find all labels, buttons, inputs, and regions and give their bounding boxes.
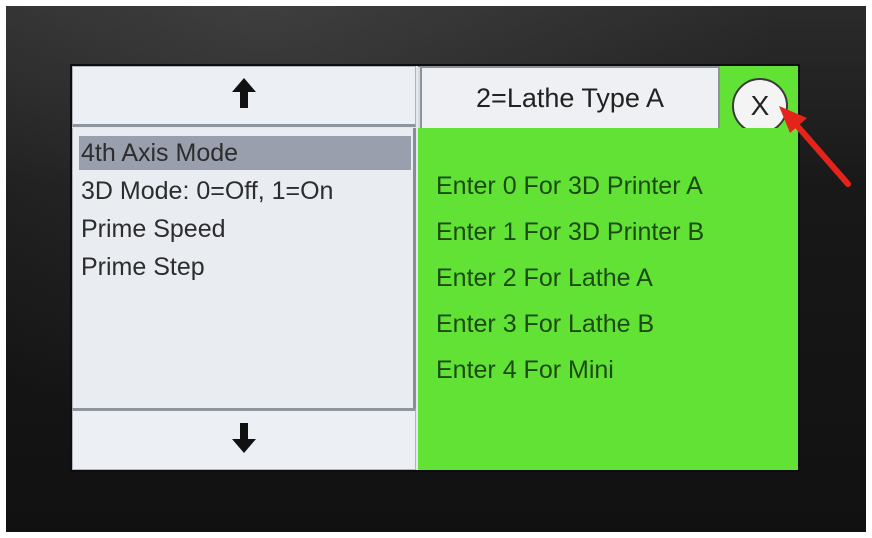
red-pointer-arrow-icon [779, 106, 851, 187]
